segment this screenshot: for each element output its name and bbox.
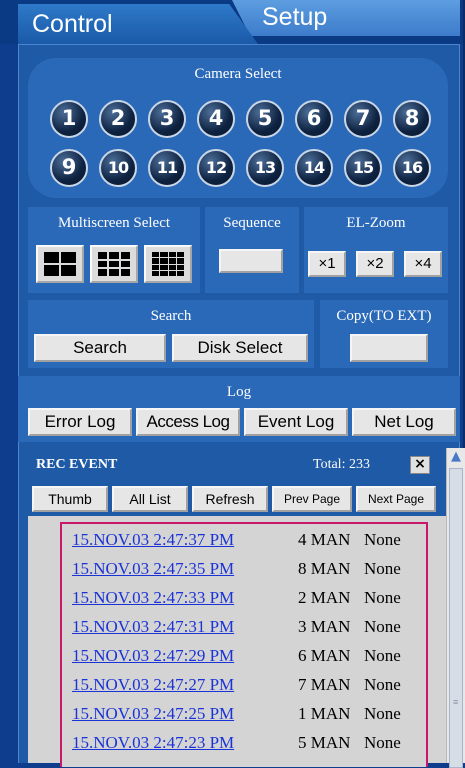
- camera-button-14[interactable]: 14: [295, 149, 333, 187]
- camera-button-11[interactable]: 11: [148, 149, 186, 187]
- camera-button-13[interactable]: 13: [246, 149, 284, 187]
- grid-4x4-icon: [152, 252, 184, 276]
- rec-event-header: REC EVENT Total: 233 ×: [28, 448, 446, 482]
- copy-button[interactable]: [350, 334, 428, 362]
- event-note: None: [364, 588, 401, 607]
- next-page-button[interactable]: Next Page: [356, 486, 436, 512]
- rec-event-scrollbar[interactable]: ▲ ≡: [446, 448, 465, 768]
- event-time-link[interactable]: 15.NOV.03 2:47:25 PM: [72, 704, 234, 724]
- sequence-title: Sequence: [223, 215, 281, 231]
- event-note: None: [364, 617, 401, 636]
- camera-button-2[interactable]: 2: [99, 100, 137, 138]
- multiscreen-panel: Multiscreen Select: [28, 207, 200, 293]
- event-note: None: [364, 530, 401, 549]
- tab-bar: Setup Control: [0, 0, 465, 44]
- camera-button-3[interactable]: 3: [148, 100, 186, 138]
- camera-button-6[interactable]: 6: [295, 100, 333, 138]
- event-time-link[interactable]: 15.NOV.03 2:47:29 PM: [72, 646, 234, 666]
- camera-button-4[interactable]: 4: [197, 100, 235, 138]
- sequence-button[interactable]: [219, 249, 283, 273]
- camera-select-title: Camera Select: [194, 66, 282, 82]
- event-note: None: [364, 646, 401, 665]
- event-camera: 6 MAN: [298, 646, 351, 665]
- scroll-thumb[interactable]: ≡: [449, 468, 463, 768]
- camera-select-panel: Camera Select 1 2 3 4 5 6 7 8 9 10 11 12…: [28, 58, 448, 198]
- rec-event-panel: REC EVENT Total: 233 × Thumb All List Re…: [28, 448, 446, 767]
- log-title: Log: [226, 384, 252, 400]
- event-note: None: [364, 704, 401, 723]
- camera-button-1[interactable]: 1: [50, 100, 88, 138]
- rec-event-total: Total: 233: [313, 457, 370, 472]
- zoom-x2-button[interactable]: ×2: [356, 251, 394, 277]
- tab-setup[interactable]: Setup: [232, 0, 460, 36]
- grid-3x3-icon: [98, 252, 130, 276]
- search-button[interactable]: Search: [34, 334, 166, 362]
- camera-button-5[interactable]: 5: [246, 100, 284, 138]
- event-note: None: [364, 559, 401, 578]
- event-time-link[interactable]: 15.NOV.03 2:47:37 PM: [72, 530, 234, 550]
- el-zoom-title: EL-Zoom: [346, 215, 406, 231]
- zoom-x4-button[interactable]: ×4: [404, 251, 442, 277]
- copy-title: Copy(TO EXT): [336, 308, 432, 324]
- event-time-link[interactable]: 15.NOV.03 2:47:35 PM: [72, 559, 234, 579]
- event-camera: 1 MAN: [298, 704, 351, 723]
- el-zoom-panel: EL-Zoom ×1 ×2 ×4: [304, 207, 448, 293]
- multiscreen-title: Multiscreen Select: [57, 215, 171, 231]
- grip-icon: ≡: [453, 697, 459, 707]
- scroll-up-icon[interactable]: ▲: [447, 448, 465, 466]
- error-log-button[interactable]: Error Log: [28, 408, 132, 436]
- close-icon[interactable]: ×: [410, 456, 430, 474]
- event-camera: 2 MAN: [298, 588, 351, 607]
- search-title: Search: [150, 308, 192, 324]
- rec-event-toolbar: Thumb All List Refresh Prev Page Next Pa…: [28, 482, 446, 516]
- camera-button-15[interactable]: 15: [344, 149, 382, 187]
- search-panel: Search Search Disk Select: [28, 300, 314, 368]
- event-time-link[interactable]: 15.NOV.03 2:47:23 PM: [72, 733, 234, 753]
- thumb-button[interactable]: Thumb: [32, 486, 108, 512]
- event-log-button[interactable]: Event Log: [244, 408, 348, 436]
- rec-event-list: 15.NOV.03 2:47:37 PM 4 MAN None 15.NOV.0…: [60, 522, 428, 767]
- copy-panel: Copy(TO EXT): [320, 300, 448, 368]
- access-log-button[interactable]: Access Log: [136, 408, 240, 436]
- all-list-button[interactable]: All List: [112, 486, 188, 512]
- event-camera: 3 MAN: [298, 617, 351, 636]
- camera-button-10[interactable]: 10: [99, 149, 137, 187]
- nine-screen-button[interactable]: [90, 245, 138, 283]
- prev-page-button[interactable]: Prev Page: [272, 486, 352, 512]
- camera-button-12[interactable]: 12: [197, 149, 235, 187]
- grid-2x2-icon: [44, 252, 76, 276]
- event-time-link[interactable]: 15.NOV.03 2:47:27 PM: [72, 675, 234, 695]
- camera-button-9[interactable]: 9: [50, 149, 88, 187]
- camera-button-7[interactable]: 7: [344, 100, 382, 138]
- event-camera: 8 MAN: [298, 559, 351, 578]
- camera-button-16[interactable]: 16: [393, 149, 431, 187]
- camera-button-8[interactable]: 8: [393, 100, 431, 138]
- event-camera: 5 MAN: [298, 733, 351, 752]
- net-log-button[interactable]: Net Log: [352, 408, 456, 436]
- tab-control[interactable]: Control: [18, 4, 258, 44]
- rec-event-title: REC EVENT: [36, 457, 118, 472]
- event-note: None: [364, 733, 401, 752]
- event-note: None: [364, 675, 401, 694]
- quad-screen-button[interactable]: [36, 245, 84, 283]
- event-time-link[interactable]: 15.NOV.03 2:47:31 PM: [72, 617, 234, 637]
- log-panel: Log Error Log Access Log Event Log Net L…: [18, 376, 460, 442]
- event-camera: 7 MAN: [298, 675, 351, 694]
- sixteen-screen-button[interactable]: [144, 245, 192, 283]
- event-time-link[interactable]: 15.NOV.03 2:47:33 PM: [72, 588, 234, 608]
- disk-select-button[interactable]: Disk Select: [172, 334, 308, 362]
- refresh-button[interactable]: Refresh: [192, 486, 268, 512]
- sequence-panel: Sequence: [205, 207, 299, 293]
- zoom-x1-button[interactable]: ×1: [308, 251, 346, 277]
- event-camera: 4 MAN: [298, 530, 351, 549]
